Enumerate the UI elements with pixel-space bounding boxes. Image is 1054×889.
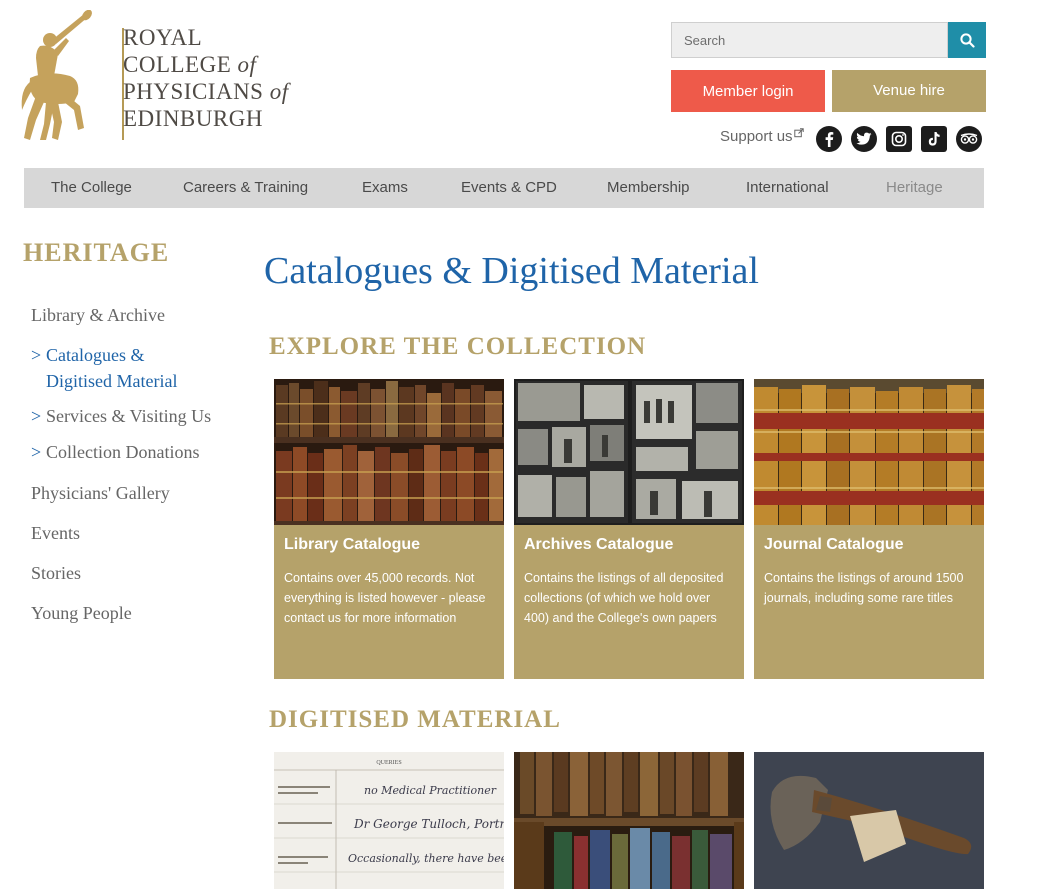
logo-wordmark: ROYAL COLLEGE of PHYSICIANS of EDINBURGH: [123, 24, 289, 132]
nav-item-exams[interactable]: Exams: [362, 168, 408, 207]
logo-of-text: of: [269, 79, 289, 104]
nav-item-the-college[interactable]: The College: [51, 168, 132, 207]
centaur-trumpeter-icon: [21, 10, 92, 140]
sidebar-title: HERITAGE: [23, 238, 170, 267]
tiktok-icon[interactable]: [921, 126, 947, 152]
library-shelves-image: [274, 379, 504, 525]
tripadvisor-glyph: [960, 133, 978, 144]
sidebar-subitem-catalogues: > Catalogues & Digitised Material: [31, 342, 231, 394]
venue-hire-button[interactable]: Venue hire: [832, 70, 986, 112]
member-login-button[interactable]: Member login: [671, 70, 825, 112]
search-button[interactable]: [948, 22, 986, 58]
bottom-shelf-books: [276, 445, 503, 521]
sidebar-bullet-marker: >: [31, 345, 42, 365]
card-description: Contains the listings of all deposited c…: [524, 571, 724, 625]
facebook-icon[interactable]: [816, 126, 842, 152]
library-catalogue-card[interactable]: Library Catalogue Contains over 45,000 r…: [274, 379, 504, 679]
logo-physicians-text: PHYSICIANS: [123, 79, 270, 104]
sidebar-item-young-people[interactable]: Young People: [31, 603, 132, 624]
twitter-icon[interactable]: [851, 126, 877, 152]
card-description: Contains over 45,000 records. Not everyt…: [284, 571, 486, 625]
card-title: Journal Catalogue: [764, 536, 904, 553]
sidebar-subitem-services: > Services & Visiting Us: [31, 403, 231, 429]
top-shelf-books: [276, 381, 502, 437]
sidebar-subitem-donations-link[interactable]: Collection Donations: [46, 439, 199, 465]
journals-image: [754, 379, 984, 525]
card-title: Archives Catalogue: [524, 536, 674, 553]
digitised-axe-image[interactable]: [754, 752, 984, 889]
sidebar-subitem-catalogues-link[interactable]: Catalogues & Digitised Material: [46, 342, 177, 394]
nav-item-heritage[interactable]: Heritage: [886, 168, 943, 207]
nav-item-events-cpd[interactable]: Events & CPD: [461, 168, 557, 207]
digitised-heading: DIGITISED MATERIAL: [269, 706, 561, 733]
sidebar-bullet-marker: >: [31, 406, 42, 426]
logo-line-royal: ROYAL: [123, 25, 203, 50]
support-us-link[interactable]: Support us: [720, 128, 793, 145]
digitised-books-image[interactable]: [514, 752, 744, 889]
logo-college-text: COLLEGE: [123, 52, 238, 77]
search-input[interactable]: [672, 23, 947, 57]
nav-item-membership[interactable]: Membership: [607, 168, 690, 207]
sidebar-subitem-donations: > Collection Donations: [31, 439, 231, 465]
sidebar-item-events[interactable]: Events: [31, 523, 80, 544]
sidebar-catalogues-line1: Catalogues &: [46, 345, 145, 365]
card-title: Library Catalogue: [284, 536, 421, 553]
page-title: Catalogues & Digitised Material: [264, 250, 759, 292]
photo-album-image: [514, 379, 744, 525]
digitised-document-image[interactable]: QUERIES no Medical Practitioner Dr Georg…: [274, 752, 504, 889]
external-link-icon: [793, 128, 804, 138]
logo-line-edinburgh: EDINBURGH: [123, 106, 263, 131]
nav-item-international[interactable]: International: [746, 168, 829, 207]
tiktok-glyph: [928, 132, 940, 146]
facebook-glyph: [825, 132, 834, 147]
support-us: Support us: [720, 128, 804, 145]
archives-catalogue-card[interactable]: Archives Catalogue Contains the listings…: [514, 379, 744, 679]
logo-line-college: COLLEGE of: [123, 51, 289, 78]
explore-heading: EXPLORE THE COLLECTION: [269, 333, 647, 360]
instagram-icon[interactable]: [886, 126, 912, 152]
site-logo[interactable]: ROYAL COLLEGE of PHYSICIANS of EDINBURGH: [18, 10, 308, 145]
main-nav: The College Careers & Training Exams Eve…: [24, 168, 984, 208]
sidebar-item-physicians-gallery[interactable]: Physicians' Gallery: [31, 483, 170, 504]
document-header: QUERIES: [376, 760, 401, 766]
document-entry-1: no Medical Practitioner: [364, 784, 497, 797]
sidebar-catalogues-line2: Digitised Material: [46, 371, 178, 391]
logo-line-physicians: PHYSICIANS of: [123, 78, 289, 105]
document-entry-3: Occasionally, there have been some: [348, 852, 504, 865]
search-box: [671, 22, 948, 58]
sidebar-item-stories[interactable]: Stories: [31, 563, 81, 584]
logo-of-text: of: [237, 52, 257, 77]
nav-item-careers-training[interactable]: Careers & Training: [183, 168, 308, 207]
sidebar-subitem-services-link[interactable]: Services & Visiting Us: [46, 403, 211, 429]
instagram-glyph: [891, 131, 907, 147]
card-description: Contains the listings of around 1500 jou…: [764, 571, 964, 605]
search-icon: [959, 32, 975, 48]
document-entry-2: Dr George Tulloch, Portree: [353, 817, 504, 831]
sidebar-bullet-marker: >: [31, 442, 42, 462]
journal-catalogue-card[interactable]: Journal Catalogue Contains the listings …: [754, 379, 984, 679]
twitter-glyph: [856, 132, 872, 145]
tripadvisor-icon[interactable]: [956, 126, 982, 152]
sidebar-item-library-archive[interactable]: Library & Archive: [31, 305, 165, 326]
